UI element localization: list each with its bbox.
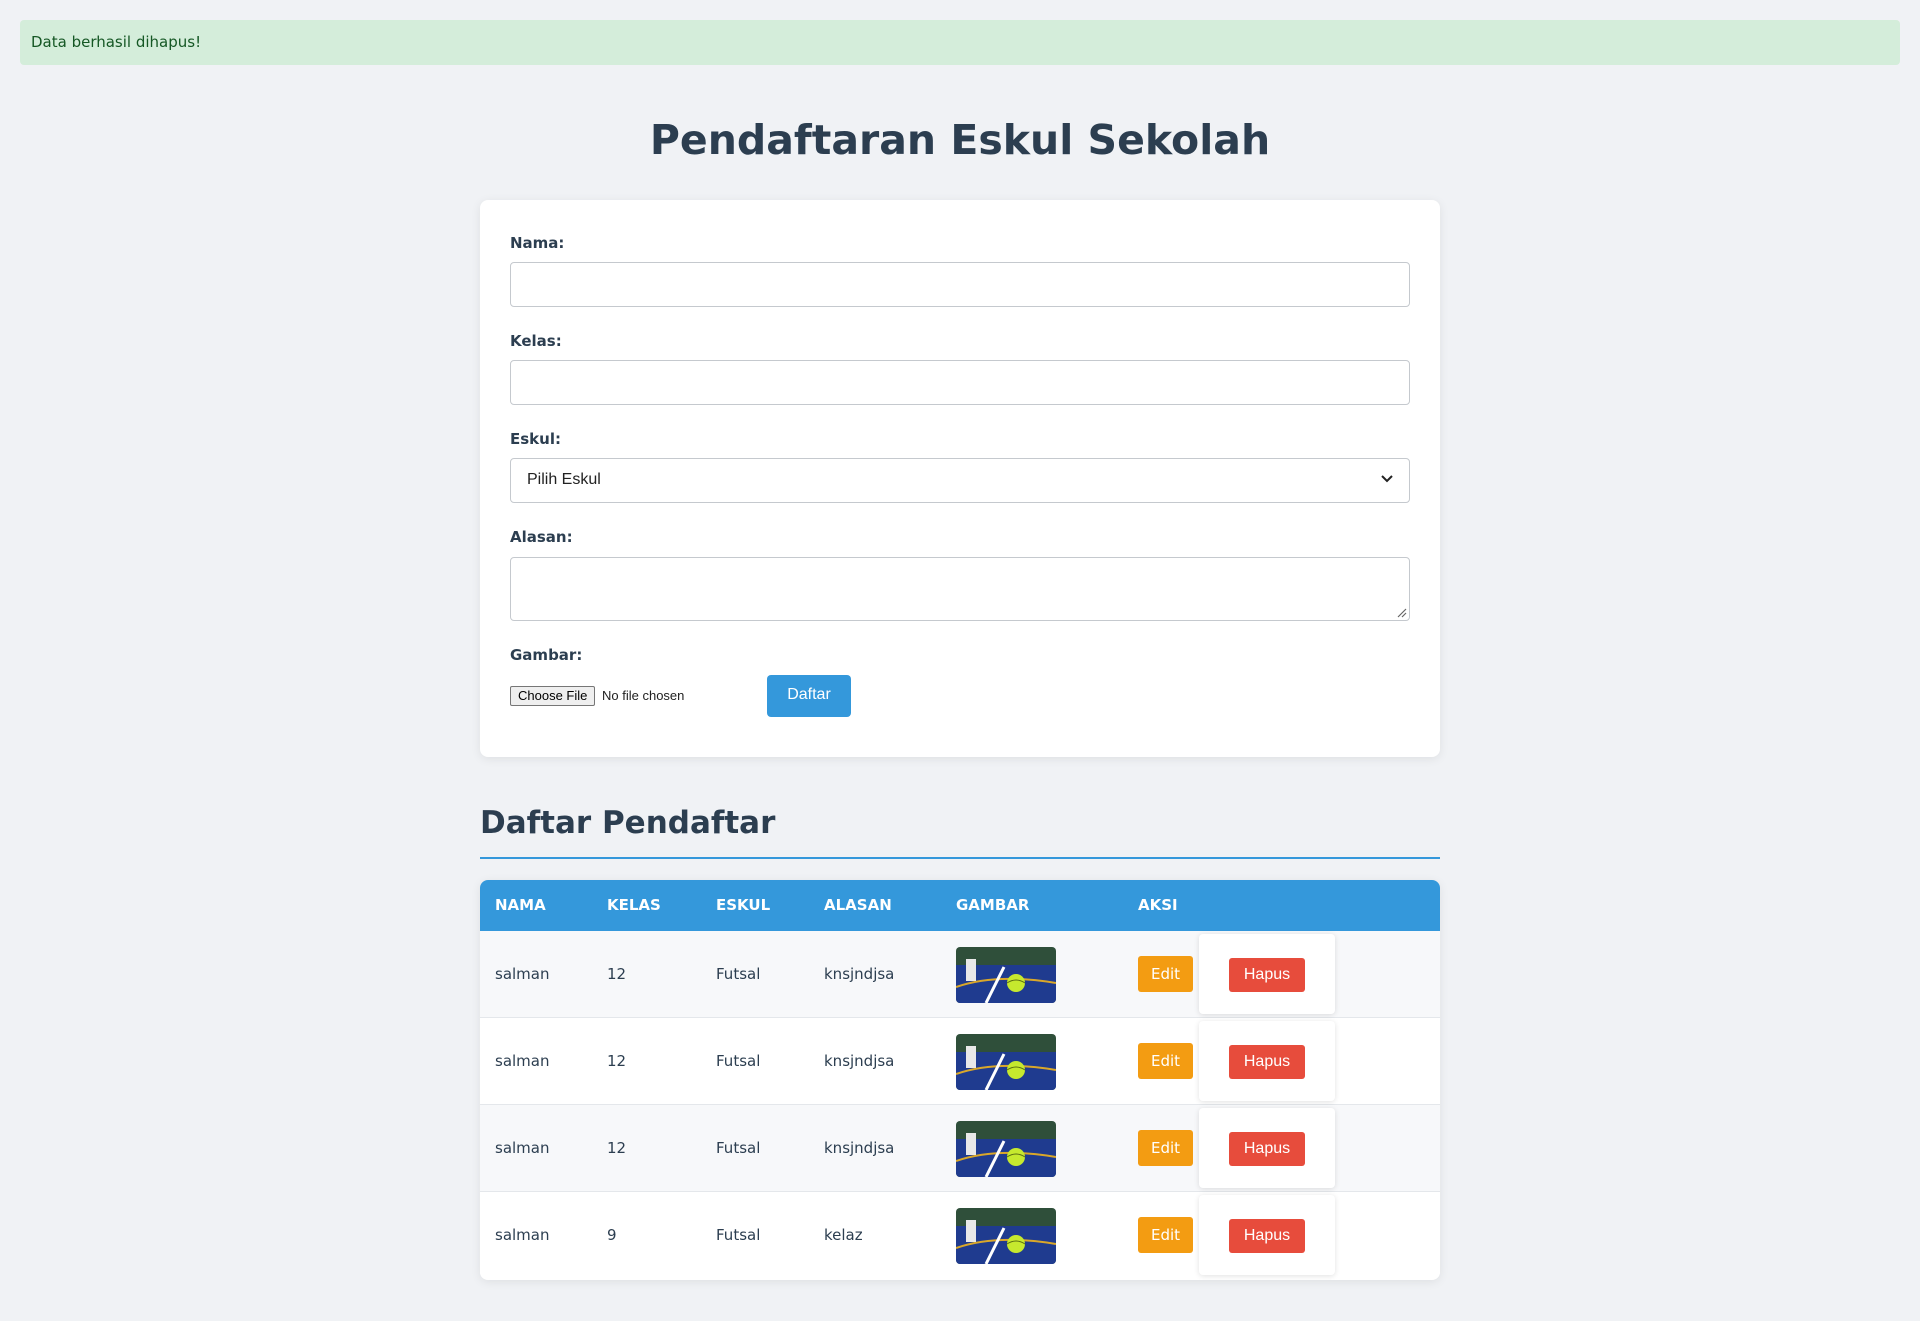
page-title: Pendaftaran Eskul Sekolah [649,116,1271,164]
table-row: salman 12 Futsal knsjndjsa Edit Hapus [480,1018,1440,1105]
delete-form: Hapus [1199,934,1335,1014]
success-alert: Data berhasil dihapus! [20,20,1900,65]
title-divider [480,857,1440,859]
hapus-button[interactable]: Hapus [1229,1045,1305,1079]
cell-kelas: 12 [607,1052,627,1070]
kelas-input[interactable] [510,360,1410,405]
kelas-label: Kelas: [510,332,562,350]
cell-kelas: 12 [607,1139,627,1157]
registrant-table: Nama Kelas Eskul Alasan Gambar Aksi salm… [480,880,1440,1280]
cell-eskul: Futsal [716,1052,761,1070]
cell-kelas: 12 [607,965,627,983]
table-header: Nama Kelas Eskul Alasan Gambar Aksi [480,880,1440,931]
table-row: salman 12 Futsal knsjndjsa Edit Hapus [480,931,1440,1018]
delete-form: Hapus [1199,1021,1335,1101]
alasan-textarea[interactable] [510,557,1410,621]
hapus-button[interactable]: Hapus [1229,1219,1305,1253]
col-eskul: Eskul [716,896,771,914]
cell-alasan: knsjndjsa [824,1052,895,1070]
nama-input[interactable] [510,262,1410,307]
hapus-button[interactable]: Hapus [1229,1132,1305,1166]
edit-button[interactable]: Edit [1138,1217,1193,1253]
registration-form: Nama: Kelas: Eskul: Pilih Eskul Alasan: … [480,200,1440,757]
nama-label: Nama: [510,234,565,252]
cell-nama: salman [495,1052,550,1070]
cell-alasan: knsjndjsa [824,1139,895,1157]
gambar-label: Gambar: [510,646,583,664]
cell-nama: salman [495,965,550,983]
eskul-selected-value: Pilih Eskul [527,471,601,488]
cell-alasan: knsjndjsa [824,965,895,983]
col-nama: Nama [495,896,546,914]
eskul-select[interactable]: Pilih Eskul [510,458,1410,503]
edit-button[interactable]: Edit [1138,1130,1193,1166]
delete-form: Hapus [1199,1108,1335,1188]
col-alasan: Alasan [824,896,892,914]
col-kelas: Kelas [607,896,661,914]
edit-button[interactable]: Edit [1138,956,1193,992]
list-title: Daftar Pendaftar [480,805,776,841]
futsal-thumbnail [956,1208,1056,1264]
futsal-thumbnail [956,1034,1056,1090]
cell-eskul: Futsal [716,1226,761,1244]
cell-kelas: 9 [607,1226,617,1244]
edit-button[interactable]: Edit [1138,1043,1193,1079]
alasan-label: Alasan: [510,528,573,546]
cell-nama: salman [495,1139,550,1157]
cell-eskul: Futsal [716,965,761,983]
col-gambar: Gambar [956,896,1030,914]
table-row: salman 9 Futsal kelaz Edit Hapus [480,1192,1440,1279]
daftar-button[interactable]: Daftar [767,675,851,717]
futsal-thumbnail [956,947,1056,1003]
choose-file-button[interactable]: Choose File [510,686,596,706]
futsal-thumbnail [956,1121,1056,1177]
eskul-label: Eskul: [510,430,561,448]
cell-alasan: kelaz [824,1226,863,1244]
delete-form: Hapus [1199,1195,1335,1275]
chevron-down-icon [1381,475,1393,483]
cell-nama: salman [495,1226,550,1244]
file-status: No file chosen [602,688,685,703]
resize-handle-icon[interactable] [1395,606,1407,618]
cell-eskul: Futsal [716,1139,761,1157]
table-row: salman 12 Futsal knsjndjsa Edit Hapus [480,1105,1440,1192]
hapus-button[interactable]: Hapus [1229,958,1305,992]
col-aksi: Aksi [1138,896,1178,914]
